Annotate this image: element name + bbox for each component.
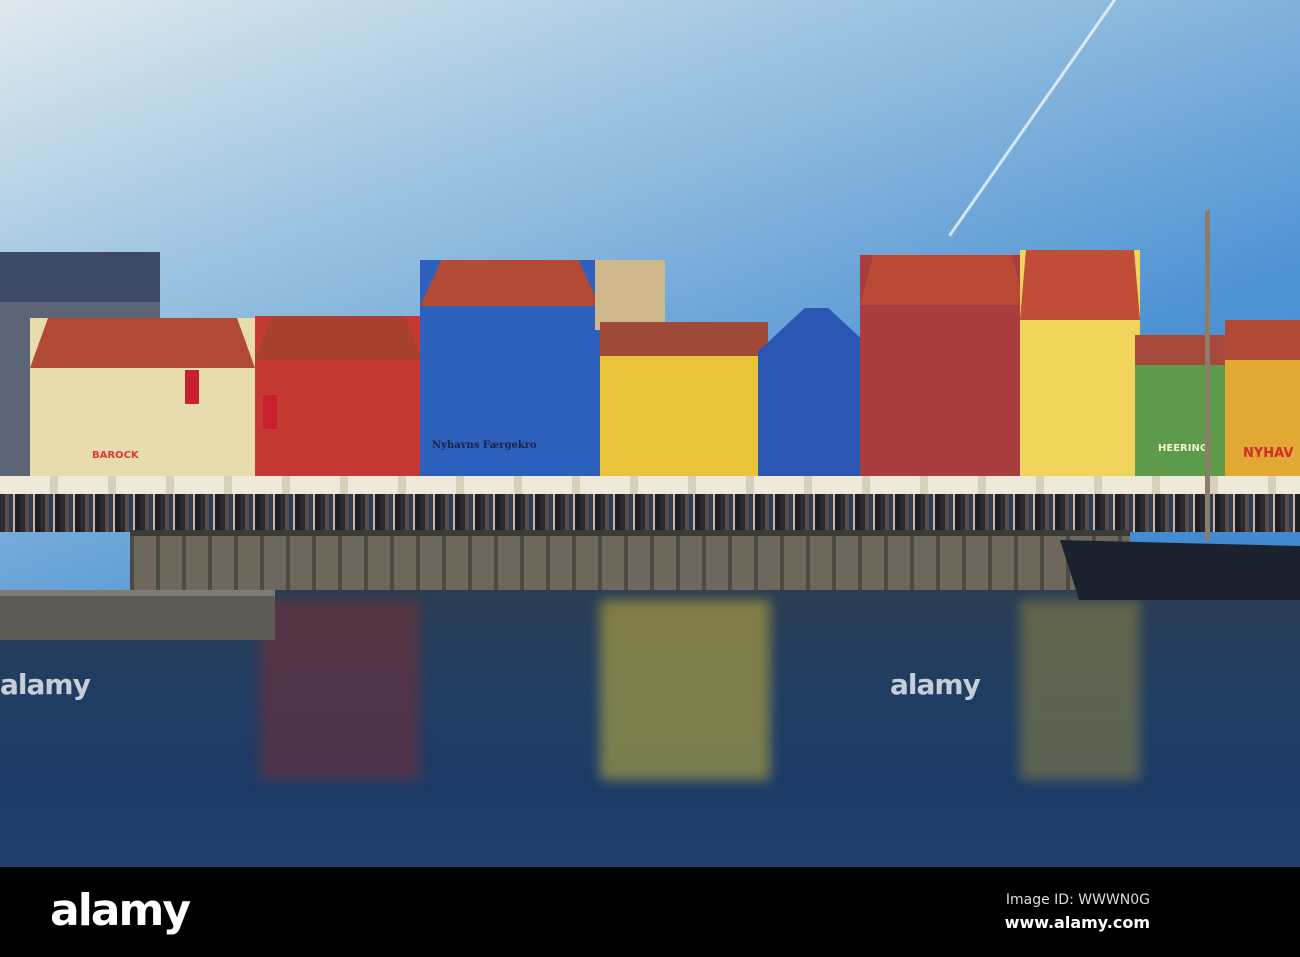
building-green <box>1135 335 1230 482</box>
building-beige <box>595 260 665 330</box>
sign-barock: BAROCK <box>92 450 139 461</box>
watermark: alamy <box>0 668 91 701</box>
sign-heering: HEERING <box>1158 443 1209 454</box>
reflection-yellow <box>600 600 770 780</box>
building-yellow <box>600 322 768 482</box>
footer-bar: alamy Image ID: WWWN0G www.alamy.com <box>0 867 1300 957</box>
building-dark-red <box>860 255 1025 482</box>
danish-flag <box>263 395 277 429</box>
photo-nyhavn-canal: BAROCK Nyhavns Færgekro HEERING NYHAV al… <box>0 0 1300 867</box>
building-blue-gable <box>758 308 875 482</box>
sign-faergekro: Nyhavns Færgekro <box>432 440 537 451</box>
alamy-logo: alamy <box>50 885 191 936</box>
reflection-yellow-right <box>1020 600 1140 780</box>
building-light-yellow <box>1020 250 1140 482</box>
site-url: www.alamy.com <box>1004 913 1150 932</box>
crowd <box>0 494 1300 532</box>
pier <box>0 590 275 640</box>
sailboat <box>1060 540 1300 600</box>
boat-mast <box>1205 210 1210 540</box>
building-red <box>255 316 422 481</box>
cafe-umbrellas <box>0 476 1300 494</box>
contrail <box>948 0 1123 237</box>
reflection-red <box>260 600 420 780</box>
building-cream <box>30 318 255 483</box>
danish-flag <box>185 370 199 404</box>
quay-wall <box>130 530 1130 590</box>
image-id: Image ID: WWWN0G <box>1005 892 1150 908</box>
watermark: alamy <box>890 668 981 701</box>
sign-nyhavn: NYHAV <box>1243 446 1294 461</box>
